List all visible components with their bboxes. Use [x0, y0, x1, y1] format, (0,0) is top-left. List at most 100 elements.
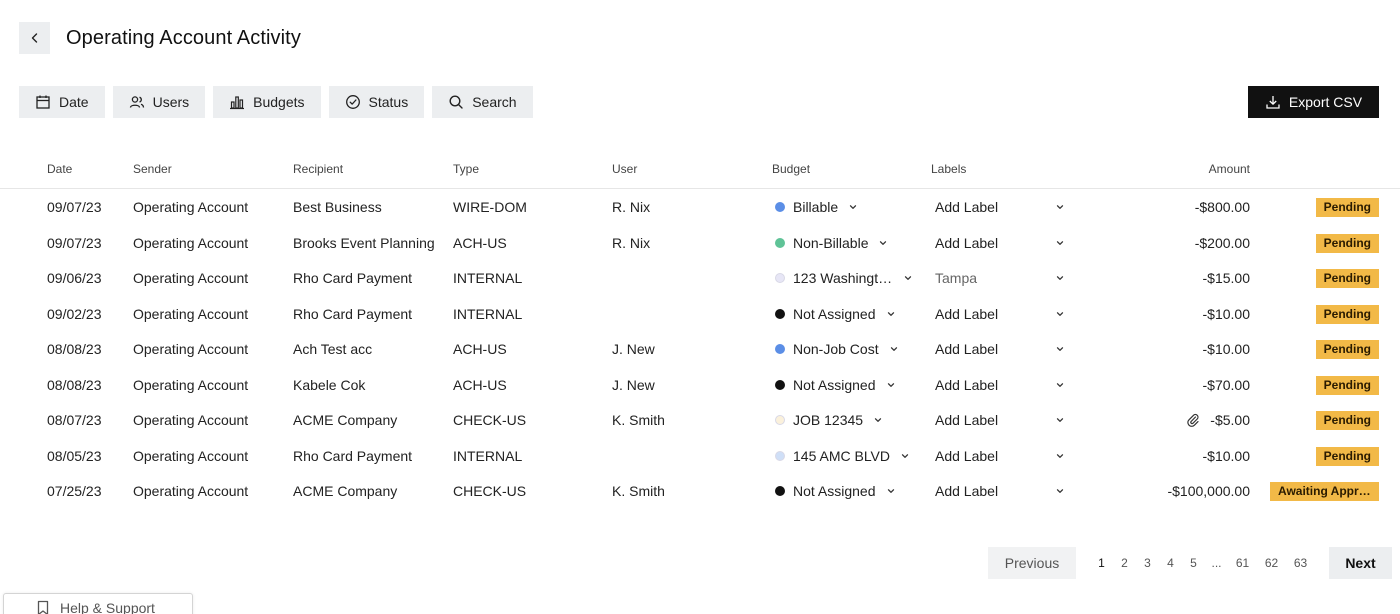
budget-select[interactable]: 123 Washington — [775, 270, 913, 286]
budget-name: 123 Washington — [793, 270, 893, 286]
chevron-down-icon — [1056, 240, 1064, 245]
attachment-icon[interactable] — [1186, 413, 1200, 427]
status-badge: Pending — [1315, 446, 1379, 466]
page-number[interactable]: 1 — [1090, 556, 1113, 570]
status-badge: Pending — [1315, 233, 1379, 253]
label-select[interactable]: Add Label — [935, 199, 1065, 215]
help-support-button[interactable]: Help & Support — [3, 593, 193, 614]
table-row[interactable]: 08/07/23 Operating Account ACME Company CHE… — [0, 403, 1400, 438]
row-date: 08/05/23 — [47, 447, 102, 464]
row-recipient: Best Business — [293, 199, 382, 215]
next-page-button[interactable]: Next — [1329, 547, 1392, 579]
bar-chart-icon — [230, 96, 245, 110]
label-select[interactable]: Add Label — [935, 306, 1065, 322]
table-row[interactable]: 09/02/23 Operating Account Rho Card Paymen… — [0, 297, 1400, 332]
amount-value: -$100,000.00 — [1167, 483, 1250, 499]
status-filter-button[interactable]: Status — [328, 86, 425, 118]
budget-select[interactable]: Not Assigned — [775, 306, 896, 322]
page-number[interactable]: 62 — [1257, 556, 1286, 570]
budget-select[interactable]: Not Assigned — [775, 377, 896, 393]
row-sender: Operating Account — [133, 412, 249, 428]
budget-select[interactable]: Non-Job Cost — [775, 341, 899, 357]
row-user: R. Nix — [612, 234, 651, 251]
row-amount: -$5.00 — [1186, 412, 1250, 428]
chevron-down-icon — [880, 240, 887, 245]
budget-color-dot — [775, 344, 785, 354]
back-button[interactable] — [19, 22, 50, 54]
table-row[interactable]: 09/07/23 Operating Account Brooks Event Pl… — [0, 226, 1400, 261]
budgets-filter-button[interactable]: Budgets — [213, 86, 321, 118]
row-type: ACH-US — [453, 376, 507, 393]
column-header-sender: Sender — [133, 162, 172, 176]
row-type: CHECK-US — [453, 412, 527, 428]
pagination-ellipsis: ... — [1211, 556, 1222, 570]
label-text: Add Label — [935, 341, 999, 357]
users-filter-label: Users — [152, 94, 190, 110]
previous-page-button[interactable]: Previous — [988, 547, 1076, 579]
chevron-down-icon — [1056, 418, 1064, 422]
row-user: K. Smith — [612, 483, 665, 499]
chevron-left-icon — [31, 33, 37, 43]
date-filter-button[interactable]: Date — [19, 86, 105, 118]
label-select[interactable]: Add Label — [935, 412, 1065, 428]
status-filter-label: Status — [368, 94, 409, 110]
budget-color-dot — [775, 273, 785, 283]
chevron-down-icon — [849, 205, 857, 209]
budget-select[interactable]: Non-Billable — [775, 235, 888, 251]
search-icon — [449, 95, 463, 109]
table-row[interactable]: 09/07/23 Operating Account Best Business WI… — [0, 190, 1400, 225]
label-select[interactable]: Tampa — [935, 270, 1065, 286]
page-number[interactable]: 5 — [1182, 556, 1205, 570]
column-header-user: User — [612, 162, 638, 176]
chevron-down-icon — [890, 347, 897, 351]
budget-name: 145 AMC BLVD — [793, 447, 891, 464]
page-number[interactable]: 3 — [1136, 556, 1159, 570]
page-number[interactable]: 2 — [1113, 556, 1136, 570]
column-header-labels: Labels — [931, 162, 967, 176]
budget-select[interactable]: Not Assigned — [775, 483, 896, 499]
row-type: CHECK-US — [453, 483, 527, 499]
page-number[interactable]: 61 — [1228, 556, 1257, 570]
export-csv-button[interactable]: Export CSV — [1248, 86, 1379, 118]
amount-value: -$70.00 — [1202, 376, 1250, 393]
check-circle-icon — [345, 95, 360, 109]
chevron-down-icon — [1056, 382, 1064, 387]
row-type: INTERNAL — [453, 447, 523, 464]
users-filter-button[interactable]: Users — [112, 86, 206, 118]
row-sender: Operating Account — [133, 199, 249, 215]
status-badge: Pending — [1315, 340, 1379, 359]
page-number[interactable]: 4 — [1159, 556, 1182, 570]
chevron-down-icon — [1056, 276, 1064, 280]
label-text: Add Label — [935, 412, 999, 428]
column-header-recipient: Recipient — [293, 162, 344, 176]
search-filter-button[interactable]: Search — [432, 86, 533, 118]
table-row[interactable]: 08/08/23 Operating Account Kabele Cok ACH-U… — [0, 368, 1400, 403]
table-row[interactable]: 08/05/23 Operating Account Rho Card Paymen… — [0, 439, 1400, 474]
label-select[interactable]: Add Label — [935, 341, 1065, 357]
row-recipient: Ach Test acc — [293, 341, 373, 357]
label-select[interactable]: Add Label — [935, 235, 1065, 251]
row-type: INTERNAL — [453, 305, 523, 322]
row-user: K. Smith — [612, 412, 665, 428]
row-user: J. New — [612, 341, 655, 357]
budget-select[interactable]: JOB 12345 — [775, 412, 883, 428]
table-row[interactable]: 09/06/23 Operating Account Rho Card Paymen… — [0, 261, 1400, 296]
amount-value: -$5.00 — [1210, 412, 1250, 428]
label-select[interactable]: Add Label — [935, 448, 1065, 464]
chevron-down-icon — [874, 418, 882, 422]
label-select[interactable]: Add Label — [935, 377, 1065, 393]
chevron-down-icon — [901, 453, 909, 458]
status-badge: Pending — [1315, 375, 1379, 395]
label-text: Add Label — [935, 234, 999, 251]
budget-select[interactable]: 145 AMC BLVD — [775, 448, 910, 464]
row-date: 07/25/23 — [47, 483, 102, 499]
page-number[interactable]: 63 — [1286, 556, 1315, 570]
amount-value: -$10.00 — [1202, 447, 1250, 464]
row-sender: Operating Account — [133, 483, 249, 499]
budget-select[interactable]: Billable — [775, 199, 858, 215]
row-date: 08/07/23 — [47, 412, 102, 428]
budget-name: Not Assigned — [793, 376, 876, 393]
label-select[interactable]: Add Label — [935, 483, 1065, 499]
table-row[interactable]: 07/25/23 Operating Account ACME Company CHE… — [0, 474, 1400, 509]
table-row[interactable]: 08/08/23 Operating Account Ach Test acc ACH… — [0, 332, 1400, 367]
